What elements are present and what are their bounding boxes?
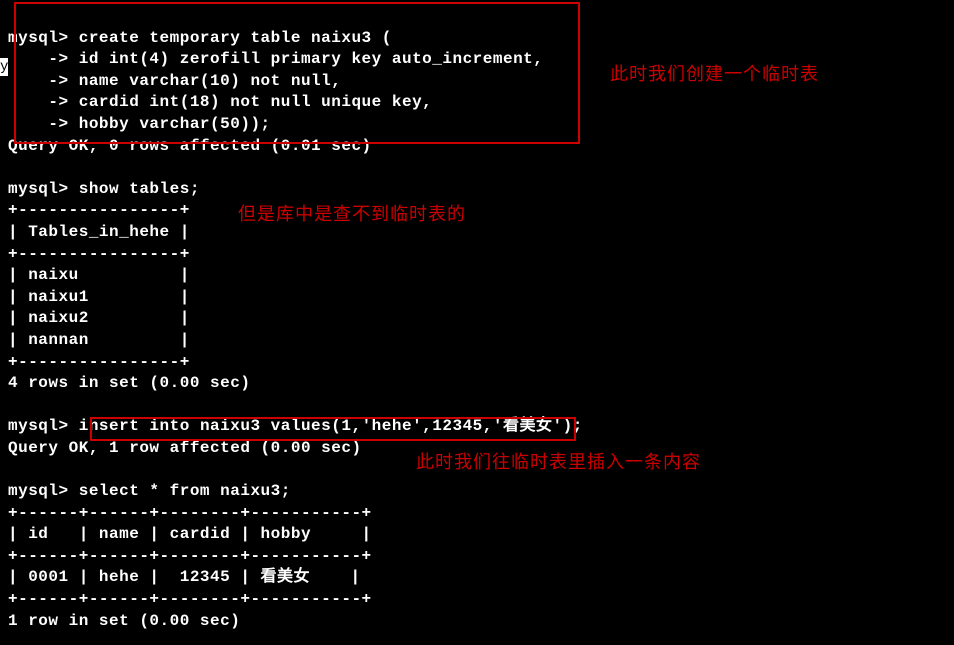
table-row: | 0001 | hehe | 12345 | 看美女 |: [8, 568, 361, 586]
annotation-create-temp-table: 此时我们创建一个临时表: [610, 60, 819, 86]
create-table-line-5: -> hobby varchar(50));: [8, 115, 271, 133]
table-header: | Tables_in_hehe |: [8, 223, 190, 241]
table-border: +------+------+--------+-----------+: [8, 504, 372, 522]
insert-cmd: insert into naixu3 values(1,'hehe',12345…: [79, 417, 583, 435]
table-row: | naixu2 |: [8, 309, 190, 327]
create-table-line-2: -> id int(4) zerofill primary key auto_i…: [8, 50, 543, 68]
table-row: | naixu1 |: [8, 288, 190, 306]
create-table-result: Query OK, 0 rows affected (0.01 sec): [8, 137, 372, 155]
table-border: +----------------+: [8, 353, 190, 371]
annotation-insert-content: 此时我们往临时表里插入一条内容: [416, 448, 701, 474]
create-table-line-4: -> cardid int(18) not null unique key,: [8, 93, 432, 111]
show-tables-result: 4 rows in set (0.00 sec): [8, 374, 250, 392]
create-table-line-1: mysql> create temporary table naixu3 (: [8, 29, 392, 47]
show-tables-cmd: mysql> show tables;: [8, 180, 200, 198]
table-header: | id | name | cardid | hobby |: [8, 525, 372, 543]
table-border: +------+------+--------+-----------+: [8, 547, 372, 565]
table-row: | naixu |: [8, 266, 190, 284]
table-border: +------+------+--------+-----------+: [8, 590, 372, 608]
mysql-terminal: mysql> create temporary table naixu3 ( -…: [0, 0, 954, 638]
table-border: +----------------+: [8, 245, 190, 263]
annotation-not-visible: 但是库中是查不到临时表的: [238, 200, 466, 226]
table-border: +----------------+: [8, 201, 190, 219]
select-cmd: mysql> select * from naixu3;: [8, 482, 291, 500]
insert-result: Query OK, 1 row affected (0.00 sec): [8, 439, 362, 457]
create-table-line-3: -> name varchar(10) not null,: [8, 72, 341, 90]
table-row: | nannan |: [8, 331, 190, 349]
insert-prompt: mysql>: [8, 417, 79, 435]
stray-char: y: [0, 58, 8, 76]
select-result: 1 row in set (0.00 sec): [8, 612, 240, 630]
